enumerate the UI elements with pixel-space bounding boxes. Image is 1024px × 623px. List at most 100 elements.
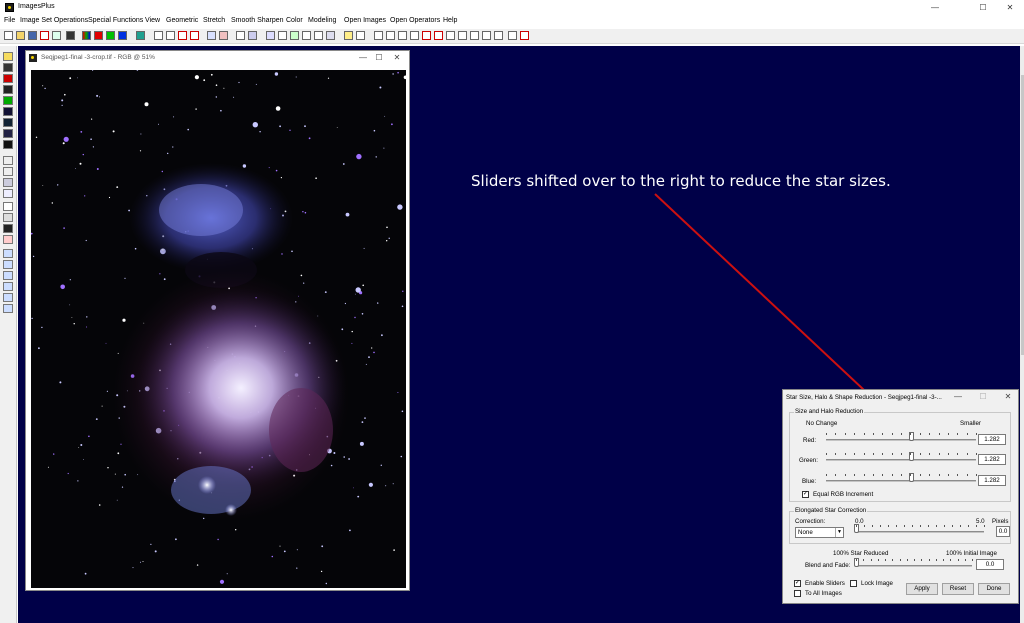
star-reduced-label: 100% Star Reduced <box>833 550 889 557</box>
lock-image-checkbox[interactable] <box>850 580 857 587</box>
slider-tick <box>920 525 921 527</box>
slider-tick <box>882 453 884 455</box>
slider-tick <box>938 453 940 455</box>
slider-tick <box>872 525 873 527</box>
elongated-group-label: Elongated Star Correction <box>794 507 868 514</box>
blue-value[interactable]: 1.282 <box>978 475 1006 486</box>
slider-tick <box>957 559 959 561</box>
slider-tick <box>984 525 985 527</box>
slider-tick <box>864 525 865 527</box>
dialog-maximize-button: ☐ <box>979 392 987 401</box>
slider-tick <box>906 559 908 561</box>
blue-slider[interactable] <box>826 480 976 482</box>
slider-tick <box>919 433 921 435</box>
slider-tick <box>844 474 846 476</box>
slider-tick <box>964 559 966 561</box>
done-button[interactable]: Done <box>978 583 1010 595</box>
slider-tick <box>910 453 912 455</box>
slider-tick <box>957 433 959 435</box>
slider-tick <box>870 559 872 561</box>
slider-tick <box>872 453 874 455</box>
slider-tick <box>835 453 837 455</box>
green-label: Green: <box>799 457 818 464</box>
slider-tick <box>919 474 921 476</box>
slider-tick <box>896 525 897 527</box>
slider-tick <box>856 525 857 527</box>
slider-tick <box>966 433 968 435</box>
dialog-title: Star Size, Halo & Shape Reduction - Seqj… <box>786 394 942 401</box>
slider-tick <box>835 474 837 476</box>
slider-tick <box>891 433 893 435</box>
slider-tick <box>863 474 865 476</box>
slider-tick <box>856 559 857 561</box>
dialog-close-button[interactable]: ✕ <box>1001 392 1015 403</box>
slider-tick <box>952 525 953 527</box>
blend-value[interactable]: 0.0 <box>976 559 1004 570</box>
slider-tick <box>944 525 945 527</box>
blue-label: Blue: <box>802 478 817 485</box>
slider-tick <box>910 474 912 476</box>
slider-tick <box>976 453 977 455</box>
slider-tick <box>888 525 889 527</box>
size-halo-group: Size and Halo Reduction No Change Smalle… <box>789 408 1011 502</box>
no-change-label: No Change <box>806 420 838 427</box>
slider-tick <box>863 559 865 561</box>
enable-sliders-label: Enable Sliders <box>805 580 845 587</box>
star-size-dialog[interactable]: Star Size, Halo & Shape Reduction - Seqj… <box>782 389 1019 604</box>
to-all-images-label: To All Images <box>805 590 842 597</box>
slider-tick <box>966 474 968 476</box>
slider-tick <box>966 453 968 455</box>
slider-tick <box>921 559 923 561</box>
slider-tick <box>854 474 856 476</box>
chevron-down-icon[interactable]: ▼ <box>835 528 843 537</box>
slider-tick <box>928 525 929 527</box>
slider-tick <box>957 453 959 455</box>
slider-tick <box>935 559 937 561</box>
slider-tick <box>880 525 881 527</box>
slider-tick <box>943 559 944 561</box>
smaller-label: Smaller <box>960 420 981 427</box>
slider-tick <box>826 453 827 455</box>
dialog-minimize-button[interactable]: — <box>951 392 965 403</box>
slider-tick <box>976 474 977 476</box>
slider-tick <box>882 474 884 476</box>
blend-slider[interactable] <box>856 565 972 567</box>
slider-tick <box>929 474 931 476</box>
slider-tick <box>844 453 846 455</box>
correction-select[interactable]: None ▼ <box>795 527 844 538</box>
to-all-images-checkbox[interactable] <box>794 590 801 597</box>
equal-rgb-label: Equal RGB Increment <box>813 491 874 498</box>
slider-tick <box>919 453 921 455</box>
slider-tick <box>910 433 912 435</box>
slider-tick <box>891 453 893 455</box>
slider-tick <box>854 433 856 435</box>
slider-tick <box>947 433 949 435</box>
slider-tick <box>872 433 874 435</box>
slider-tick <box>950 559 952 561</box>
slider-tick <box>877 559 879 561</box>
green-slider[interactable] <box>826 459 976 461</box>
slider-tick <box>904 525 905 527</box>
blend-fade-label: Blend and Fade: <box>805 562 851 569</box>
red-slider[interactable] <box>826 439 976 441</box>
apply-button[interactable]: Apply <box>906 583 938 595</box>
slider-tick <box>928 559 930 561</box>
green-value[interactable]: 1.282 <box>978 454 1006 465</box>
red-value[interactable]: 1.282 <box>978 434 1006 445</box>
correction-label: Correction: <box>795 518 826 525</box>
enable-sliders-checkbox[interactable]: ✓ <box>794 580 801 587</box>
slider-tick <box>826 474 827 476</box>
slider-tick <box>872 474 874 476</box>
slider-tick <box>976 433 977 435</box>
slider-tick <box>892 559 894 561</box>
slider-tick <box>938 433 940 435</box>
reset-button[interactable]: Reset <box>942 583 974 595</box>
elong-max-label: 5.0 <box>976 518 985 525</box>
slider-tick <box>863 433 865 435</box>
correction-select-value: None <box>798 529 813 536</box>
pixels-label: Pixels <box>992 518 1009 525</box>
elong-value[interactable]: 0.0 <box>996 526 1010 537</box>
elong-slider[interactable] <box>856 531 984 533</box>
slider-tick <box>972 559 973 561</box>
equal-rgb-checkbox[interactable]: ✓ <box>802 491 809 498</box>
